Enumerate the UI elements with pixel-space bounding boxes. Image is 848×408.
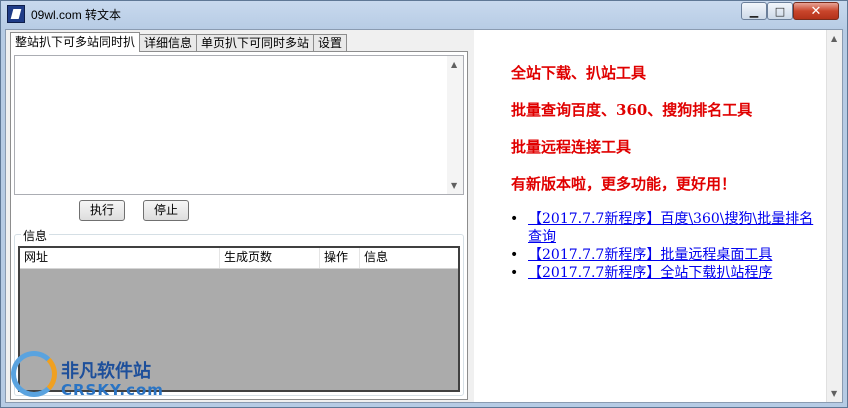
bullet-icon: • <box>510 247 519 263</box>
stop-button[interactable]: 停止 <box>143 200 189 221</box>
list-item: • 【2017.7.7新程序】批量远程桌面工具 <box>510 246 820 264</box>
app-window: 09wl.com 转文本 ▁ □ ✕ 整站扒下可多站同时扒 详细信息 单页扒下可… <box>0 0 848 408</box>
link-rank-query[interactable]: 【2017.7.7新程序】百度\360\搜狗\批量排名查询 <box>528 211 813 245</box>
column-action[interactable]: 操作 <box>320 248 360 268</box>
column-url[interactable]: 网址 <box>20 248 220 268</box>
watermark-text: 非凡软件站 <box>61 361 151 382</box>
scroll-up-icon[interactable]: ▲ <box>831 34 837 43</box>
column-info[interactable]: 信息 <box>360 248 458 268</box>
tab-details[interactable]: 详细信息 <box>139 34 198 52</box>
link-remote-desktop[interactable]: 【2017.7.7新程序】批量远程桌面工具 <box>528 247 772 263</box>
list-item: • 【2017.7.7新程序】百度\360\搜狗\批量排名查询 <box>510 210 820 246</box>
bullet-icon: • <box>510 265 519 281</box>
window-title: 09wl.com 转文本 <box>31 8 122 22</box>
list-header: 网址 生成页数 操作 信息 <box>20 248 458 269</box>
tab-settings[interactable]: 设置 <box>313 34 348 52</box>
scroll-down-icon[interactable]: ▼ <box>451 181 457 190</box>
minimize-button[interactable]: ▁ <box>741 2 767 20</box>
textarea-scrollbar[interactable]: ▲ ▼ <box>447 56 463 194</box>
link-site-download[interactable]: 【2017.7.7新程序】全站下载扒站程序 <box>528 265 772 281</box>
watermark: 非凡软件站 CRSKY.com <box>7 347 164 407</box>
tab-site-download[interactable]: 整站扒下可多站同时扒 <box>10 32 141 52</box>
bullet-icon: • <box>510 211 519 227</box>
promo-pane: 全站下载、扒站工具 批量查询百度、360、搜狗排名工具 批量远程连接工具 有新版… <box>474 30 826 402</box>
link-list: • 【2017.7.7新程序】百度\360\搜狗\批量排名查询 • 【2017.… <box>510 210 820 282</box>
promo-line-4: 有新版本啦，更多功能，更好用！ <box>511 175 737 193</box>
close-button[interactable]: ✕ <box>793 2 839 20</box>
scroll-down-icon[interactable]: ▼ <box>831 389 837 398</box>
run-button[interactable]: 执行 <box>79 200 125 221</box>
promo-line-3: 批量远程连接工具 <box>511 138 632 156</box>
list-item: • 【2017.7.7新程序】全站下载扒站程序 <box>510 264 820 282</box>
url-input[interactable]: ▲ ▼ <box>14 55 464 195</box>
maximize-button[interactable]: □ <box>767 2 793 20</box>
tab-bar: 整站扒下可多站同时扒 详细信息 单页扒下可同时多站 设置 <box>10 32 348 52</box>
tab-single-page[interactable]: 单页扒下可同时多站 <box>196 34 315 52</box>
scroll-up-icon[interactable]: ▲ <box>451 60 457 69</box>
watermark-logo-icon <box>11 351 57 397</box>
column-pages[interactable]: 生成页数 <box>220 248 320 268</box>
promo-line-1: 全站下载、扒站工具 <box>511 64 647 82</box>
promo-line-2: 批量查询百度、360、搜狗排名工具 <box>511 101 753 119</box>
info-group-label: 信息 <box>21 227 50 244</box>
title-bar[interactable]: 09wl.com 转文本 ▁ □ ✕ <box>1 1 847 29</box>
promo-scrollbar[interactable]: ▲ ▼ <box>826 30 842 402</box>
watermark-subtext: CRSKY.com <box>61 381 164 399</box>
app-icon <box>7 5 25 23</box>
